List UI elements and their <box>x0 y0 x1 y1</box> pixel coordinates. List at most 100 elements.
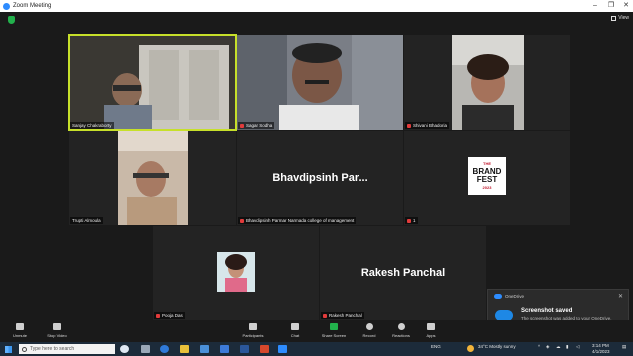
task-view-icon[interactable] <box>141 345 150 353</box>
participant-tile[interactable]: Shivani Bhadoria <box>404 35 570 130</box>
participants-label: Participants <box>242 333 264 338</box>
zoom-logo-icon <box>3 2 10 10</box>
participant-tile[interactable]: Pooja Das <box>153 226 319 320</box>
muted-mic-icon <box>407 123 411 128</box>
participant-tile[interactable]: Rakesh Panchal Rakesh Panchal <box>320 226 486 320</box>
reactions-label: Reactions <box>392 333 410 338</box>
unmute-button[interactable]: Unmute <box>6 323 34 338</box>
participant-name: Sagar Sodha <box>246 123 273 128</box>
logo-text: FEST <box>476 175 498 184</box>
powerpoint-icon[interactable] <box>260 345 269 353</box>
participants-button[interactable]: Participants <box>234 323 272 338</box>
chat-button[interactable]: Chat <box>284 323 306 338</box>
clock-time[interactable]: 3:14 PM <box>592 343 609 348</box>
participant-video <box>237 35 403 130</box>
muted-mic-icon <box>156 313 160 318</box>
apps-icon <box>427 323 435 330</box>
record-icon <box>365 323 373 330</box>
view-label: View <box>618 15 629 21</box>
record-button[interactable]: Record <box>356 323 382 338</box>
zoom-taskbar-icon[interactable] <box>278 345 287 353</box>
participant-name: Shivani Bhadoria <box>413 123 448 128</box>
logo-text: 2023 <box>482 185 492 190</box>
participant-tile[interactable]: Trupti Almoula <box>69 131 236 225</box>
cortana-icon[interactable] <box>120 345 129 353</box>
windows-start-icon[interactable] <box>5 345 12 353</box>
minimize-button[interactable]: – <box>588 0 602 12</box>
participant-name: Trupti Almoula <box>72 218 101 223</box>
participant-name: Sanjay Chakraborty <box>72 123 112 128</box>
search-icon <box>22 346 27 352</box>
unmute-label: Unmute <box>12 333 27 338</box>
chat-label: Chat <box>290 333 300 338</box>
participant-nameplate: Sagar Sodha <box>238 122 275 129</box>
brand-fest-logo: THE BRAND FEST 2023 <box>468 157 506 195</box>
muted-mic-icon <box>240 218 244 223</box>
participant-nameplate: Bhavdipsinh Parmar Narmada college of ma… <box>238 217 357 224</box>
participant-tile[interactable]: Sanjay Chakraborty <box>68 34 237 131</box>
participant-tile[interactable]: THE BRAND FEST 2023 1 <box>404 131 570 225</box>
file-explorer-icon[interactable] <box>180 345 189 353</box>
maximize-button[interactable]: ❐ <box>604 0 618 12</box>
stop-video-button[interactable]: Stop Video <box>40 323 74 338</box>
participant-video <box>69 131 236 225</box>
participant-video <box>153 226 319 320</box>
participant-name: 1 <box>413 218 416 223</box>
participant-tile[interactable]: Bhavdipsinh Par... Bhavdipsinh Parmar Na… <box>237 131 403 225</box>
view-button[interactable]: View <box>611 15 629 21</box>
tray-chevron-up-icon[interactable]: ^ <box>538 344 540 349</box>
share-screen-button[interactable]: Share Screen <box>315 323 353 338</box>
word-icon[interactable] <box>240 345 249 353</box>
taskbar-search-box[interactable]: Type here to search <box>19 344 115 354</box>
notification-title: Screenshot saved <box>521 308 573 314</box>
muted-mic-icon <box>323 313 327 318</box>
mail-icon[interactable] <box>220 345 229 353</box>
participant-video <box>69 35 236 130</box>
muted-mic-icon <box>407 218 411 223</box>
store-icon[interactable] <box>200 345 209 353</box>
muted-mic-icon <box>240 123 244 128</box>
microphone-icon <box>16 323 24 330</box>
participant-nameplate: Rakesh Panchal <box>321 312 364 319</box>
tray-network-icon[interactable]: ◈ <box>546 344 549 350</box>
stop-video-label: Stop Video <box>47 333 67 338</box>
apps-label: Apps <box>426 333 436 338</box>
grid-icon <box>611 15 617 21</box>
reactions-button[interactable]: Reactions <box>386 323 416 338</box>
notification-center-icon[interactable]: ▤ <box>622 344 626 350</box>
apps-button[interactable]: Apps <box>420 323 442 338</box>
participant-display-name: Bhavdipsinh Par... <box>272 172 368 184</box>
weather-text[interactable]: 34°C Mostly sunny <box>478 344 516 349</box>
participant-nameplate: Shivani Bhadoria <box>405 122 450 129</box>
tray-battery-icon[interactable]: ▮ <box>566 344 568 350</box>
encryption-shield-icon[interactable] <box>8 16 15 24</box>
clock-date[interactable]: 4/1/2023 <box>592 349 610 354</box>
video-camera-icon <box>53 323 61 330</box>
participant-name: Pooja Das <box>162 313 183 318</box>
edge-icon[interactable] <box>160 345 169 353</box>
participant-nameplate: Trupti Almoula <box>70 217 103 224</box>
participant-tile[interactable]: Sagar Sodha <box>237 35 403 130</box>
tray-cloud-icon[interactable]: ☁ <box>556 344 561 350</box>
participant-nameplate: Sanjay Chakraborty <box>70 122 114 129</box>
onedrive-icon <box>494 294 502 299</box>
record-label: Record <box>362 333 376 338</box>
share-screen-label: Share Screen <box>321 333 347 338</box>
participant-name: Bhavdipsinh Parmar Narmada college of ma… <box>246 218 355 223</box>
participants-icon <box>249 323 257 330</box>
participant-video <box>404 35 570 130</box>
participant-nameplate: 1 <box>405 217 418 224</box>
notification-app: OneDrive <box>505 294 525 299</box>
close-button[interactable]: ✕ <box>619 0 633 12</box>
participant-name: Rakesh Panchal <box>329 313 362 318</box>
participant-display-name: Rakesh Panchal <box>360 267 446 279</box>
tray-language[interactable]: ENG <box>431 344 441 349</box>
window-titlebar: Zoom Meeting – ❐ ✕ <box>0 0 633 12</box>
close-icon[interactable]: ✕ <box>618 293 623 300</box>
search-placeholder: Type here to search <box>30 346 75 352</box>
window-title: Zoom Meeting <box>13 3 52 9</box>
participant-nameplate: Pooja Das <box>154 312 185 319</box>
notification-header: OneDrive <box>494 294 524 299</box>
tray-volume-icon[interactable]: ◁ <box>576 344 579 350</box>
weather-sun-icon <box>467 345 474 352</box>
